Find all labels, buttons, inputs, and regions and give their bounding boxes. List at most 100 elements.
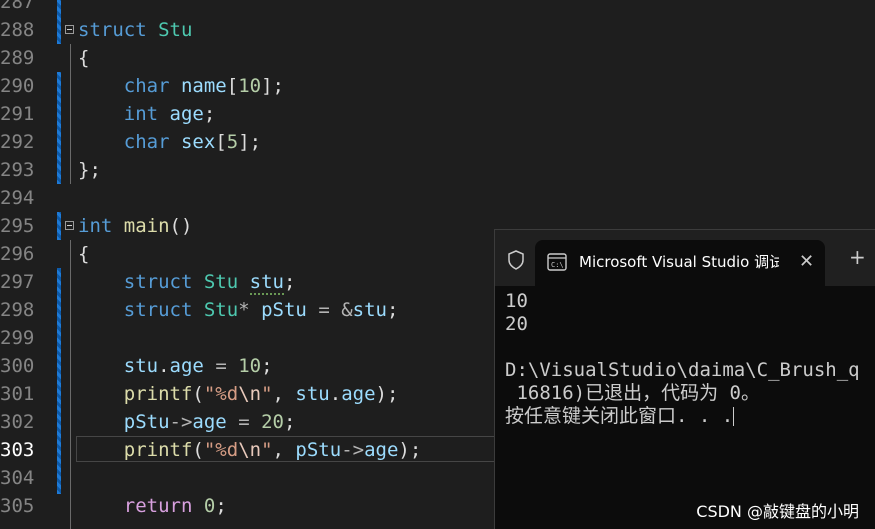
debug-console-window[interactable]: C:\ Microsoft Visual Studio 调试控制台 ✕ + 10… xyxy=(494,229,875,529)
line-number: 299 xyxy=(0,327,35,349)
line-number: 287 xyxy=(0,0,35,13)
code-token: 10 xyxy=(238,355,262,377)
code-token: . xyxy=(329,383,342,405)
code-token: ); xyxy=(375,383,399,405)
output-line: 20 xyxy=(505,313,528,335)
code-text: { xyxy=(78,44,89,72)
collapse-icon[interactable] xyxy=(65,221,74,230)
code-token: = xyxy=(318,299,330,321)
code-text: { xyxy=(78,240,89,268)
code-token: 5 xyxy=(226,131,239,153)
output-line: 按任意键关闭此窗口. . . xyxy=(505,405,735,427)
code-text: char sex[5]; xyxy=(78,128,261,156)
line-number: 290 xyxy=(0,75,35,97)
code-text: }; xyxy=(78,156,101,184)
code-token: 10 xyxy=(238,75,262,97)
console-output: 10 20 D:\VisualStudio\daima\C_Brush_q 168… xyxy=(505,290,860,428)
code-token: & xyxy=(341,299,353,321)
code-token: () xyxy=(169,215,193,237)
output-line: 16816)已退出，代码为 0。 xyxy=(505,382,760,404)
code-token: pStu xyxy=(123,411,170,433)
code-line[interactable]: 289 { xyxy=(0,44,875,72)
code-token: * xyxy=(238,299,250,321)
line-number: 291 xyxy=(0,103,35,125)
output-line: 10 xyxy=(505,290,528,312)
code-token: ]; xyxy=(261,75,284,97)
code-token: [ xyxy=(215,131,227,153)
code-text: int age; xyxy=(78,100,216,128)
code-line[interactable]: 292 char sex[5]; xyxy=(0,128,875,156)
code-token: sex xyxy=(180,131,216,153)
code-line[interactable]: 287 xyxy=(0,0,875,16)
code-token: ; xyxy=(283,271,296,293)
code-token: Stu xyxy=(203,271,239,293)
text-cursor xyxy=(733,407,735,426)
code-token: int xyxy=(123,103,159,125)
watermark: CSDN @敲键盘的小明 xyxy=(696,502,859,521)
code-token: "%d xyxy=(203,383,239,405)
code-token: . xyxy=(158,355,170,377)
code-line[interactable]: 290 char name[10]; xyxy=(0,72,875,100)
line-number: 289 xyxy=(0,47,35,69)
code-line[interactable]: 293}; xyxy=(0,156,875,184)
code-token: ]; xyxy=(238,131,262,153)
code-token: ); xyxy=(398,439,422,461)
code-text: pStu->age = 20; xyxy=(78,408,296,436)
code-token: ; xyxy=(215,495,227,517)
code-token: printf xyxy=(123,383,193,405)
code-line[interactable]: 288 struct Stu xyxy=(0,16,875,44)
code-token: [ xyxy=(226,75,239,97)
code-token: , xyxy=(272,383,296,405)
code-token: struct xyxy=(123,299,193,321)
line-number: 297 xyxy=(0,271,35,293)
code-token: printf xyxy=(123,439,193,461)
code-token: \n xyxy=(238,383,262,405)
code-token: name xyxy=(180,75,227,97)
new-tab-icon[interactable]: + xyxy=(849,247,866,267)
code-token: age xyxy=(364,439,399,461)
code-token: return xyxy=(123,495,193,517)
console-icon: C:\ xyxy=(547,253,567,271)
code-text: struct Stu stu; xyxy=(78,268,295,296)
collapse-icon[interactable] xyxy=(65,25,74,34)
code-token: char xyxy=(123,75,170,97)
code-token: stu xyxy=(352,299,387,321)
code-token: struct xyxy=(123,271,193,293)
code-token: { xyxy=(78,243,90,265)
code-line[interactable]: 291 int age; xyxy=(0,100,875,128)
line-number: 300 xyxy=(0,355,35,377)
code-text: printf("%d\n", pStu->age); xyxy=(78,436,422,464)
code-text: struct Stu xyxy=(78,16,192,44)
code-token: ; xyxy=(284,411,296,433)
code-token: age xyxy=(169,103,204,125)
line-number: 288 xyxy=(0,19,35,41)
code-token: Stu xyxy=(203,299,239,321)
code-text: return 0; xyxy=(78,492,227,520)
close-icon[interactable]: ✕ xyxy=(799,252,814,272)
code-token: age xyxy=(169,355,204,377)
line-number: 304 xyxy=(0,467,35,489)
code-token: ; xyxy=(203,103,216,125)
code-text: stu.age = 10; xyxy=(78,352,273,380)
code-token: -> xyxy=(169,411,193,433)
code-line[interactable]: 294 xyxy=(0,184,875,212)
tab-debug-console[interactable]: C:\ Microsoft Visual Studio 调试控制台 ✕ xyxy=(535,240,825,286)
shield-icon xyxy=(508,250,524,270)
code-token: age xyxy=(341,383,376,405)
